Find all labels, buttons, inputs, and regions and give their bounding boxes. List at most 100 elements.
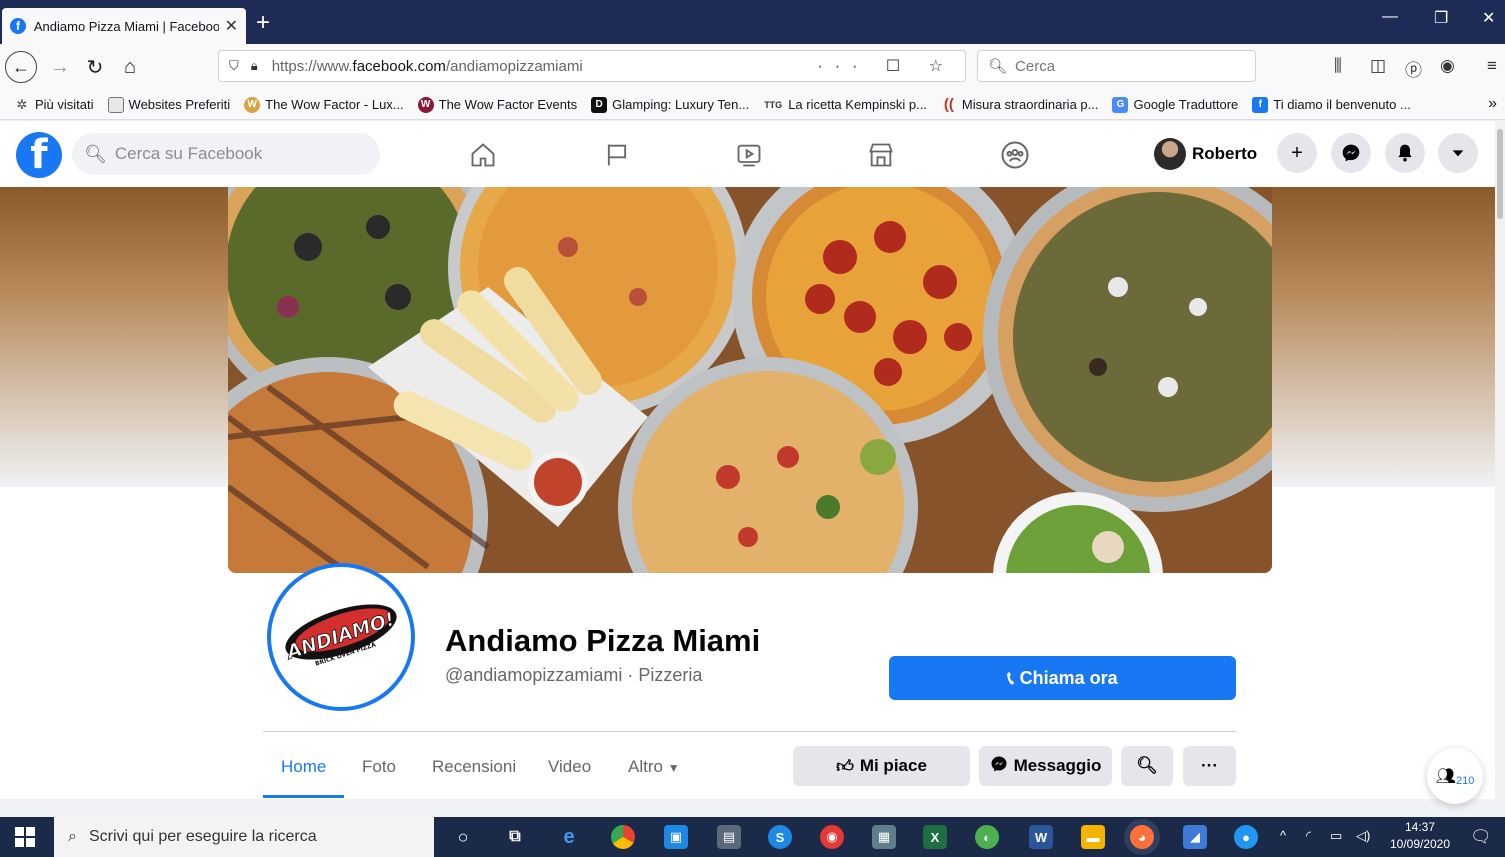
search-icon: ⌕ (68, 828, 77, 845)
watch-video-icon[interactable] (733, 139, 765, 171)
calculator-icon[interactable]: ▦ (872, 825, 896, 849)
search-icon: 🔍︎ (1136, 756, 1158, 775)
url-bar[interactable]: ⛉ 🔒︎ https://www.facebook.com/andiamopiz… (218, 50, 966, 82)
browser-search-input[interactable]: 🔍︎ Cerca (977, 50, 1256, 82)
task-view-icon[interactable]: ⧉ (503, 825, 527, 849)
bookmark-item[interactable]: G Google Traduttore (1112, 96, 1238, 113)
browser-navigation-bar: ← → ↻ ⌂ ⛉ 🔒︎ https://www.facebook.com/an… (0, 44, 1505, 90)
pinterest-icon[interactable]: ⓟ (1405, 56, 1422, 81)
account-menu-chevron-down-icon[interactable] (1438, 133, 1478, 173)
facebook-search-input[interactable]: 🔍︎ Cerca su Facebook (72, 133, 380, 175)
taskbar-search-input[interactable]: ⌕ Scrivi qui per eseguire la ricerca (54, 817, 434, 857)
groups-icon[interactable] (999, 139, 1031, 171)
flag-pages-icon[interactable] (601, 139, 633, 171)
messenger-icon[interactable] (1331, 133, 1371, 173)
notifications-bell-icon[interactable] (1385, 133, 1425, 173)
url-text[interactable]: https://www.facebook.com/andiamopizzamia… (272, 58, 583, 75)
bookmark-item[interactable]: ((Misura straordinaria p... (941, 96, 1099, 113)
marketplace-icon[interactable] (865, 139, 897, 171)
tray-chevron-up-icon[interactable]: ^ (1280, 828, 1286, 843)
shield-icon[interactable]: ⛉ (229, 58, 239, 74)
account-icon[interactable]: ◉ (1440, 56, 1455, 76)
window-close-icon[interactable]: ✕ (1482, 8, 1495, 28)
tab-close-icon[interactable]: ✕ (225, 16, 238, 36)
friends-online-button[interactable]: 👥︎ 210 (1427, 748, 1483, 804)
more-options-button[interactable]: ··· (1183, 746, 1236, 786)
bookmark-item[interactable]: ✲ Più visitati (14, 97, 94, 113)
bookmark-item[interactable]: Websites Preferiti (107, 96, 230, 113)
bookmark-item[interactable]: W The Wow Factor - Lux... (244, 96, 404, 113)
tab-title: Andiamo Pizza Miami | Facebook (33, 18, 219, 34)
chat-app-icon[interactable]: ● (1234, 825, 1258, 849)
menu-icon[interactable]: ≡ (1487, 56, 1497, 76)
facebook-logo-icon[interactable]: f (16, 132, 62, 178)
excel-icon[interactable]: X (923, 825, 947, 849)
new-tab-button[interactable]: + (256, 8, 270, 38)
message-button[interactable]: Messaggio (979, 746, 1112, 786)
page-title: Andiamo Pizza Miami (445, 623, 761, 658)
file-explorer-icon[interactable]: ▬ (1081, 825, 1105, 849)
app-green-icon[interactable]: ◐ (975, 825, 999, 849)
bookmark-item[interactable]: TTG La ricetta Kempinski p... (763, 97, 927, 113)
tab-home[interactable]: Home (281, 757, 326, 777)
skype-icon[interactable]: S (768, 825, 792, 849)
create-plus-icon[interactable]: + (1277, 133, 1317, 173)
bookmark-item[interactable]: W The Wow Factor Events (417, 96, 577, 113)
tab-altro[interactable]: Altro ▼ (628, 757, 680, 777)
like-button[interactable]: 👍︎ Mi piace (793, 746, 970, 786)
cover-photo[interactable] (228, 187, 1272, 573)
bookmark-item[interactable]: f Ti diamo il benvenuto ... (1252, 96, 1411, 113)
tab-foto[interactable]: Foto (362, 757, 396, 777)
messenger-icon (990, 755, 1008, 778)
search-icon: 🔍︎ (84, 143, 107, 164)
reload-icon[interactable]: ↻ (79, 51, 111, 83)
windows-start-icon[interactable] (15, 827, 35, 847)
wifi-icon[interactable]: ◜ (1306, 828, 1311, 844)
w-icon: W (417, 96, 434, 113)
app-blue-icon[interactable]: ◢ (1183, 825, 1207, 849)
weibo-icon[interactable]: ◉ (820, 825, 844, 849)
w-icon: W (244, 96, 261, 113)
minimize-icon[interactable]: — (1382, 8, 1398, 26)
notifications-center-icon[interactable]: 🗨︎ (1470, 827, 1492, 847)
c-icon: (( (943, 96, 954, 113)
lock-icon[interactable]: 🔒︎ (251, 58, 258, 74)
firefox-icon[interactable]: ◕ (1130, 825, 1154, 849)
people-icon: 👥︎ (1435, 768, 1456, 785)
browser-tab-bar: f Andiamo Pizza Miami | Facebook ✕ + — ❐… (0, 0, 1505, 44)
battery-icon[interactable]: ▭ (1330, 828, 1342, 844)
scrollbar-thumb[interactable] (1497, 129, 1503, 219)
browser-tab[interactable]: f Andiamo Pizza Miami | Facebook ✕ (2, 8, 246, 44)
bookmark-item[interactable]: D Glamping: Luxury Ten... (591, 96, 749, 113)
home-nav-icon[interactable] (467, 139, 499, 171)
active-tab-indicator (263, 795, 344, 798)
profile-shortcut[interactable]: Roberto (1154, 138, 1257, 170)
cortana-icon[interactable]: ○ (451, 825, 475, 849)
explorer-icon[interactable]: ▤ (717, 825, 741, 849)
facebook-favicon-icon: f (10, 18, 26, 34)
page-actions-icon[interactable]: ··· ☐ ☆ (817, 56, 955, 76)
thumbs-up-icon: 👍︎ (836, 756, 854, 776)
page-scrollbar[interactable] (1495, 121, 1505, 799)
forward-icon[interactable]: → (44, 51, 76, 83)
windows-taskbar: ⌕ Scrivi qui per eseguire la ricerca ○ ⧉… (0, 817, 1505, 857)
tab-recensioni[interactable]: Recensioni (432, 757, 516, 777)
tab-video[interactable]: Video (548, 757, 591, 777)
gear-icon: ✲ (16, 96, 28, 112)
volume-icon[interactable]: ◁) (1356, 828, 1370, 844)
restore-icon[interactable]: ❐ (1434, 8, 1448, 28)
home-icon[interactable]: ⌂ (114, 51, 146, 83)
back-icon[interactable]: ← (5, 51, 37, 83)
call-now-button[interactable]: 📞︎ Chiama ora (889, 656, 1236, 700)
store-icon[interactable]: ▣ (664, 825, 688, 849)
library-icon[interactable]: ⫼ (1334, 56, 1342, 76)
page-search-button[interactable]: 🔍︎ (1121, 746, 1173, 786)
bookmarks-overflow-icon[interactable]: » (1488, 95, 1497, 113)
chrome-icon[interactable] (611, 825, 635, 849)
header-divider (263, 731, 1236, 732)
edge-icon[interactable]: e (557, 825, 581, 849)
sidebar-icon[interactable]: ◫ (1370, 56, 1386, 76)
page-profile-picture[interactable]: ANDIAMO! BRICK OVEN PIZZA (267, 563, 415, 711)
taskbar-clock[interactable]: 14:37 10/09/2020 (1384, 819, 1456, 853)
word-icon[interactable]: W (1029, 825, 1053, 849)
